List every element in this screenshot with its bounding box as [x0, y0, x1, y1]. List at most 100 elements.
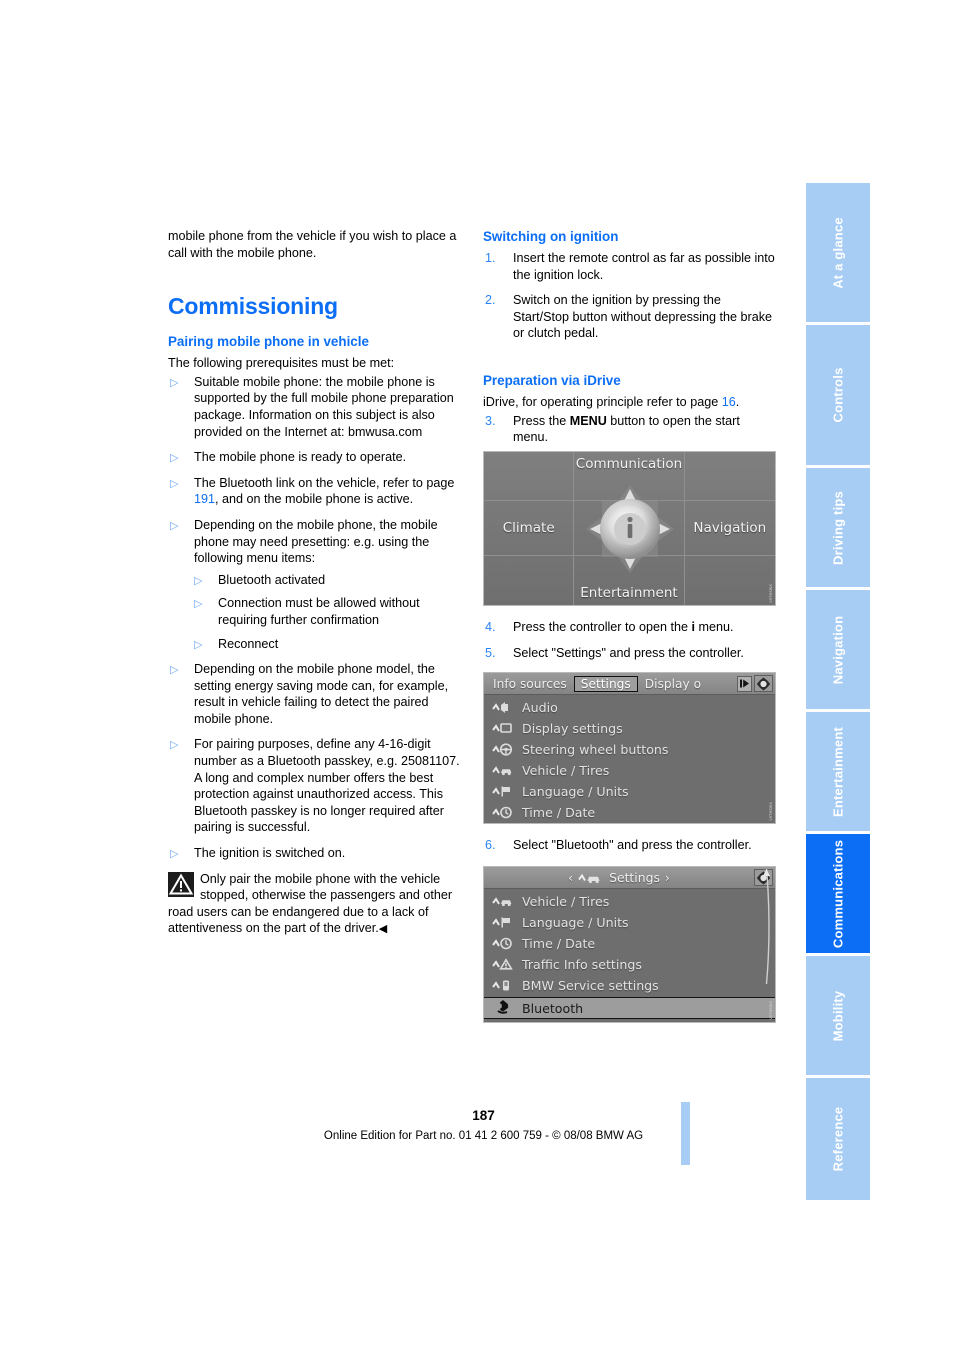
sidebar-item-mobility[interactable]: Mobility [806, 956, 870, 1078]
start-menu-item-entertainment[interactable]: Entertainment [574, 556, 685, 605]
list-item-label: BMW Service settings [522, 978, 659, 993]
imprint-line: Online Edition for Part no. 01 41 2 600 … [323, 1130, 644, 1142]
scrollbar[interactable] [762, 868, 771, 1020]
idrive-start-menu-screenshot: Communication Climate Navigation Enterta… [483, 451, 776, 606]
idrive-lead-after: . [735, 394, 740, 409]
list-item-label: Language / Units [522, 915, 629, 930]
idrive-step-6: 6. Select "Bluetooth" and press the contr… [483, 837, 778, 854]
sidebar-item-navigation[interactable]: Navigation [806, 590, 870, 712]
sidebar-item-label: Navigation [830, 615, 846, 684]
bluetooth-icon [492, 1000, 522, 1016]
prerequisites-lead: The following prerequisites must be met: [168, 356, 395, 371]
list-item: ▷ Depending on the mobile phone, the mob… [168, 517, 463, 652]
page-reference-link[interactable]: 191 [194, 492, 215, 506]
grid-cell-empty-br [685, 556, 775, 605]
idrive-settings-screenshot: Info sources Settings Display o Audio Di… [483, 672, 776, 824]
list-item: 3. Press the MENU button to open the star… [483, 413, 778, 446]
right-arrow-icon[interactable] [737, 675, 752, 692]
list-item: 1. Insert the remote control as far as p… [483, 250, 778, 283]
list-item-text: Depending on the mobile phone, the mobil… [194, 517, 438, 566]
list-item[interactable]: Vehicle / Tires [484, 760, 775, 781]
list-item[interactable]: Traffic Info settings [484, 954, 775, 975]
chapter-tab-rail: At a glance Controls Driving tips Naviga… [806, 183, 870, 1200]
sidebar-item-label: Entertainment [830, 726, 846, 817]
step-text-before: Press the [513, 413, 570, 428]
list-item[interactable]: Display settings [484, 718, 775, 739]
screen-title: ‹ Settings › [486, 870, 752, 886]
list-item[interactable]: Language / Units [484, 912, 775, 933]
intro-paragraph: mobile phone from the vehicle if you wis… [168, 229, 457, 260]
list-item[interactable]: Vehicle / Tires [484, 891, 775, 912]
service-icon [492, 978, 522, 993]
figure-code: VRTMSWX [769, 1001, 773, 1020]
step-number: 1. [485, 251, 496, 265]
list-item: ▷ Connection must be allowed without req… [194, 595, 463, 628]
grid-cell-empty-tr [684, 452, 775, 501]
sidebar-item-entertainment[interactable]: Entertainment [806, 712, 870, 834]
list-item-bluetooth[interactable]: Bluetooth [484, 997, 775, 1019]
list-item[interactable]: Time / Date [484, 933, 775, 954]
list-item-text-before: The Bluetooth link on the vehicle, refer… [194, 475, 455, 490]
tab-settings[interactable]: Settings [573, 675, 638, 692]
list-item[interactable]: Steering wheel buttons [484, 739, 775, 760]
idrive-lead-before: iDrive, for operating principle refer to… [483, 394, 722, 409]
triangle-bullet-icon: ▷ [194, 598, 203, 611]
controller-icon[interactable] [754, 675, 773, 692]
triangle-bullet-icon: ▷ [170, 739, 179, 752]
vehicle-icon [578, 870, 604, 886]
nested-menu-items-list: ▷ Bluetooth activated ▷ Connection must … [194, 572, 463, 652]
warning-note: Only pair the mobile phone with the vehi… [168, 871, 463, 938]
list-item[interactable]: BMW Service settings [484, 975, 775, 996]
sidebar-item-at-a-glance[interactable]: At a glance [806, 183, 870, 325]
list-item-text: For pairing purposes, define any 4-16-di… [194, 737, 460, 835]
triangle-bullet-icon: ▷ [170, 519, 179, 532]
page-reference-link[interactable]: 16 [722, 395, 736, 409]
start-menu-item-climate[interactable]: Climate [484, 500, 575, 557]
step-number: 3. [485, 413, 496, 428]
sidebar-item-communications[interactable]: Communications [806, 834, 870, 956]
step-text: Switch on the ignition by pressing the S… [513, 293, 773, 341]
sidebar-item-driving-tips[interactable]: Driving tips [806, 468, 870, 590]
list-item: ▷ Depending on the mobile phone model, t… [168, 661, 463, 727]
idrive-lead-paragraph: iDrive, for operating principle refer to… [483, 394, 778, 411]
step-text: Select "Settings" and press the controll… [513, 645, 744, 660]
steering-wheel-icon [492, 742, 522, 757]
sidebar-item-label: At a glance [830, 216, 846, 289]
list-item: ▷ Bluetooth activated [194, 572, 463, 589]
left-text-column: mobile phone from the vehicle if you wis… [168, 228, 463, 938]
step-number: 2. [485, 293, 496, 308]
vehicle-icon [492, 894, 522, 909]
list-item-text: The mobile phone is ready to operate. [194, 450, 407, 465]
screen-title-label: Settings [609, 870, 660, 885]
list-item-text: Reconnect [218, 636, 279, 651]
start-menu-item-navigation[interactable]: Navigation [684, 501, 775, 557]
tab-info-sources[interactable]: Info sources [486, 676, 574, 692]
list-item[interactable]: Language / Units [484, 781, 775, 802]
list-item-label: Time / Date [522, 936, 596, 951]
prerequisites-list: ▷ Suitable mobile phone: the mobile phon… [168, 374, 463, 862]
warning-text: Only pair the mobile phone with the vehi… [168, 871, 453, 936]
grid-cell-center [574, 500, 685, 557]
sidebar-item-label: Mobility [830, 990, 846, 1041]
list-item[interactable]: Time / Date [484, 802, 775, 823]
list-item: ▷ Suitable mobile phone: the mobile phon… [168, 374, 463, 440]
figure-code: VRTMSWX [769, 802, 773, 821]
left-caret-icon[interactable]: ‹ [568, 870, 573, 885]
right-caret-icon[interactable]: › [665, 870, 670, 885]
preparation-via-idrive-title: Preparation via iDrive [483, 372, 621, 388]
start-menu-item-communication[interactable]: Communication [574, 452, 685, 501]
list-item[interactable]: Audio [484, 697, 775, 718]
page-title: Commissioning [168, 293, 338, 320]
right-text-column: Switching on ignition 1. Insert the remo… [483, 228, 778, 455]
tab-strip: Info sources Settings Display o [486, 675, 736, 692]
sidebar-item-controls[interactable]: Controls [806, 325, 870, 468]
sidebar-item-label: Communications [830, 839, 846, 948]
step-text: Insert the remote control as far as poss… [513, 251, 775, 282]
triangle-bullet-icon: ▷ [194, 638, 203, 651]
triangle-bullet-icon: ▷ [170, 376, 179, 389]
tab-display-off[interactable]: Display o [638, 676, 708, 692]
step-number: 5. [485, 645, 496, 660]
list-item-label: Traffic Info settings [522, 957, 642, 972]
list-item-label: Language / Units [522, 784, 629, 799]
step-text-after: menu. [695, 620, 734, 634]
